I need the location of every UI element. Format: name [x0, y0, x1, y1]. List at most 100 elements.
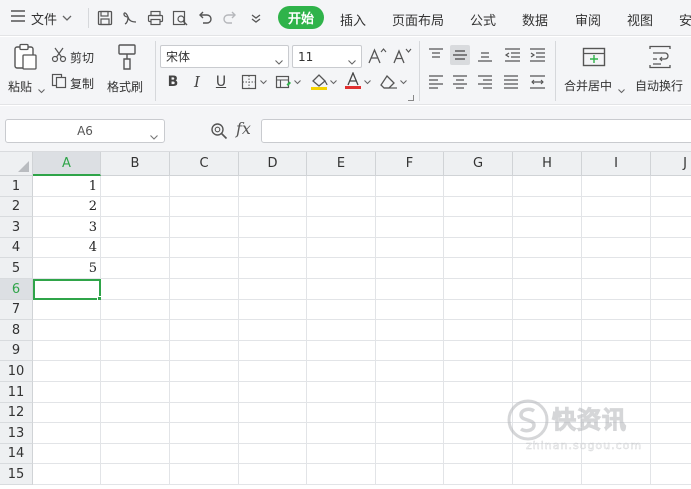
tab-security[interactable]: 安: [679, 10, 691, 29]
cell-e4[interactable]: [307, 238, 376, 258]
cell-f5[interactable]: [376, 258, 444, 279]
cell-d8[interactable]: [239, 320, 307, 341]
merge-center-button[interactable]: 合并居中: [562, 43, 628, 95]
cell-j5[interactable]: [651, 258, 691, 279]
cell-b8[interactable]: [101, 320, 170, 341]
column-header-h[interactable]: H: [513, 152, 582, 176]
row-header-15[interactable]: 15: [0, 464, 33, 485]
cell-d10[interactable]: [239, 361, 307, 382]
cell-e13[interactable]: [307, 423, 376, 444]
cell-e8[interactable]: [307, 320, 376, 341]
cell-f11[interactable]: [376, 382, 444, 403]
cell-d13[interactable]: [239, 423, 307, 444]
cell-f12[interactable]: [376, 403, 444, 423]
cell-j10[interactable]: [651, 361, 691, 382]
cell-a11[interactable]: [33, 382, 101, 403]
cell-g1[interactable]: [444, 176, 513, 197]
cell-g15[interactable]: [444, 464, 513, 485]
cell-b14[interactable]: [101, 444, 170, 464]
cell-b3[interactable]: [101, 217, 170, 238]
cell-i9[interactable]: [582, 341, 651, 361]
cell-c5[interactable]: [170, 258, 239, 279]
cell-f8[interactable]: [376, 320, 444, 341]
font-name-combo[interactable]: 宋体: [160, 45, 289, 68]
tab-formulas[interactable]: 公式: [470, 10, 496, 29]
cell-j2[interactable]: [651, 197, 691, 217]
cell-c7[interactable]: [170, 300, 239, 320]
cell-a2[interactable]: 2: [33, 197, 101, 217]
cell-d2[interactable]: [239, 197, 307, 217]
cell-f1[interactable]: [376, 176, 444, 197]
row-header-3[interactable]: 3: [0, 217, 33, 238]
font-color-dropdown-icon[interactable]: [364, 77, 371, 87]
cell-i3[interactable]: [582, 217, 651, 238]
cell-b9[interactable]: [101, 341, 170, 361]
cell-e12[interactable]: [307, 403, 376, 423]
cell-g9[interactable]: [444, 341, 513, 361]
cell-g5[interactable]: [444, 258, 513, 279]
cell-e7[interactable]: [307, 300, 376, 320]
cell-d5[interactable]: [239, 258, 307, 279]
cell-b11[interactable]: [101, 382, 170, 403]
row-header-4[interactable]: 4: [0, 238, 33, 258]
row-header-10[interactable]: 10: [0, 361, 33, 382]
row-header-6[interactable]: 6: [0, 279, 33, 300]
row-header-8[interactable]: 8: [0, 320, 33, 341]
cell-d4[interactable]: [239, 238, 307, 258]
cell-h6[interactable]: [513, 279, 582, 300]
row-header-11[interactable]: 11: [0, 382, 33, 403]
tab-insert[interactable]: 插入: [340, 10, 366, 29]
cell-d9[interactable]: [239, 341, 307, 361]
cell-j4[interactable]: [651, 238, 691, 258]
cell-j9[interactable]: [651, 341, 691, 361]
underline-icon[interactable]: U: [211, 72, 231, 92]
borders-icon[interactable]: [239, 72, 259, 92]
cell-e3[interactable]: [307, 217, 376, 238]
cell-d7[interactable]: [239, 300, 307, 320]
cell-d3[interactable]: [239, 217, 307, 238]
cell-b10[interactable]: [101, 361, 170, 382]
cell-c11[interactable]: [170, 382, 239, 403]
increase-indent-icon[interactable]: [527, 45, 547, 65]
fill-table-dropdown-icon[interactable]: [294, 77, 301, 87]
tab-page-layout[interactable]: 页面布局: [392, 10, 444, 29]
cell-h8[interactable]: [513, 320, 582, 341]
column-header-i[interactable]: I: [582, 152, 651, 176]
cell-a8[interactable]: [33, 320, 101, 341]
fill-color-icon[interactable]: [309, 71, 329, 91]
column-header-e[interactable]: E: [307, 152, 376, 176]
cell-c6[interactable]: [170, 279, 239, 300]
cell-h4[interactable]: [513, 238, 582, 258]
cell-e15[interactable]: [307, 464, 376, 485]
cell-f10[interactable]: [376, 361, 444, 382]
row-header-13[interactable]: 13: [0, 423, 33, 444]
cell-c4[interactable]: [170, 238, 239, 258]
cell-i5[interactable]: [582, 258, 651, 279]
cell-c3[interactable]: [170, 217, 239, 238]
cell-j8[interactable]: [651, 320, 691, 341]
cell-a12[interactable]: [33, 403, 101, 423]
tab-data[interactable]: 数据: [522, 10, 548, 29]
cell-c8[interactable]: [170, 320, 239, 341]
row-header-1[interactable]: 1: [0, 176, 33, 197]
cell-h2[interactable]: [513, 197, 582, 217]
cell-h15[interactable]: [513, 464, 582, 485]
cell-g2[interactable]: [444, 197, 513, 217]
cell-b1[interactable]: [101, 176, 170, 197]
cell-b6[interactable]: [101, 279, 170, 300]
cell-d6[interactable]: [239, 279, 307, 300]
cell-d1[interactable]: [239, 176, 307, 197]
cell-a1[interactable]: 1: [33, 176, 101, 197]
column-header-c[interactable]: C: [170, 152, 239, 176]
cell-j15[interactable]: [651, 464, 691, 485]
cell-i6[interactable]: [582, 279, 651, 300]
cell-e11[interactable]: [307, 382, 376, 403]
cell-g6[interactable]: [444, 279, 513, 300]
cell-e5[interactable]: [307, 258, 376, 279]
copy-button[interactable]: 复制: [51, 73, 103, 93]
align-bottom-icon[interactable]: [475, 45, 495, 65]
cell-g4[interactable]: [444, 238, 513, 258]
cell-i15[interactable]: [582, 464, 651, 485]
customize-quick-access-icon[interactable]: [246, 8, 266, 28]
align-center-icon[interactable]: [450, 72, 470, 92]
